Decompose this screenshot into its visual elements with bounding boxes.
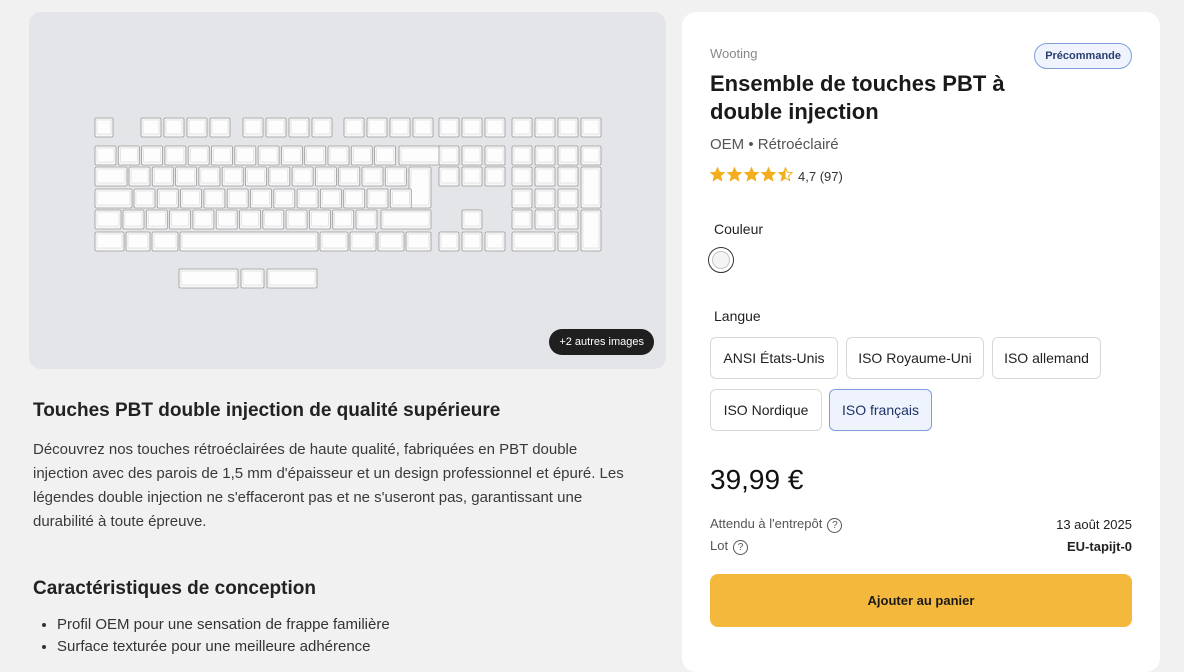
color-swatch-white[interactable]	[708, 247, 734, 273]
star-icon	[743, 166, 760, 182]
product-description: Touches PBT double injection de qualité …	[33, 400, 633, 658]
more-images-button[interactable]: +2 autres images	[549, 329, 654, 355]
language-option-ansi-us[interactable]: ANSI États-Unis	[710, 337, 838, 379]
lot-label: Lot	[710, 538, 729, 553]
add-to-cart-button[interactable]: Ajouter au panier	[710, 574, 1132, 627]
features-list: Profil OEM pour une sensation de frappe …	[33, 614, 633, 658]
star-icon	[726, 166, 743, 182]
star-icon	[777, 166, 794, 182]
feature-item: Profil OEM pour une sensation de frappe …	[57, 614, 633, 636]
color-label: Couleur	[714, 221, 764, 237]
description-heading: Touches PBT double injection de qualité …	[33, 400, 501, 421]
features-heading: Caractéristiques de conception	[33, 578, 316, 599]
help-icon[interactable]: ?	[733, 540, 749, 555]
product-panel: Wooting Précommande Ensemble de touches …	[682, 12, 1160, 672]
lot-row: Lot? EU-tapijt-0	[710, 538, 1132, 555]
help-icon[interactable]: ?	[827, 518, 843, 533]
product-subtitle: OEM • Rétroéclairé	[710, 136, 839, 153]
language-option-iso-nordic[interactable]: ISO Nordique	[710, 389, 822, 431]
rating[interactable]: 4,7 (97)	[709, 166, 843, 186]
language-label: Langue	[714, 308, 761, 324]
expected-label: Attendu à l'entrepôt	[710, 516, 823, 531]
preorder-badge: Précommande	[1034, 43, 1132, 69]
star-icon	[760, 166, 777, 182]
product-title: Ensemble de touches PBT à double injecti…	[710, 71, 1005, 124]
language-option-iso-fr[interactable]: ISO français	[829, 389, 932, 431]
rating-count: (97)	[819, 169, 843, 184]
language-option-iso-de[interactable]: ISO allemand	[992, 337, 1101, 379]
price: 39,99 €	[710, 464, 804, 495]
keyboard-keycaps-image	[94, 117, 602, 289]
language-option-iso-uk[interactable]: ISO Royaume-Uni	[846, 337, 984, 379]
star-rating-icon	[709, 166, 796, 186]
lot-value: EU-tapijt-0	[1067, 539, 1132, 554]
expected-row: Attendu à l'entrepôt? 13 août 2025	[710, 516, 1132, 533]
expected-value: 13 août 2025	[1056, 517, 1132, 532]
product-image-gallery[interactable]: +2 autres images	[29, 12, 666, 369]
brand-name: Wooting	[710, 46, 758, 61]
rating-value: 4,7	[798, 169, 817, 184]
description-body: Découvrez nos touches rétroéclairées de …	[33, 441, 624, 530]
star-icon	[709, 166, 726, 182]
